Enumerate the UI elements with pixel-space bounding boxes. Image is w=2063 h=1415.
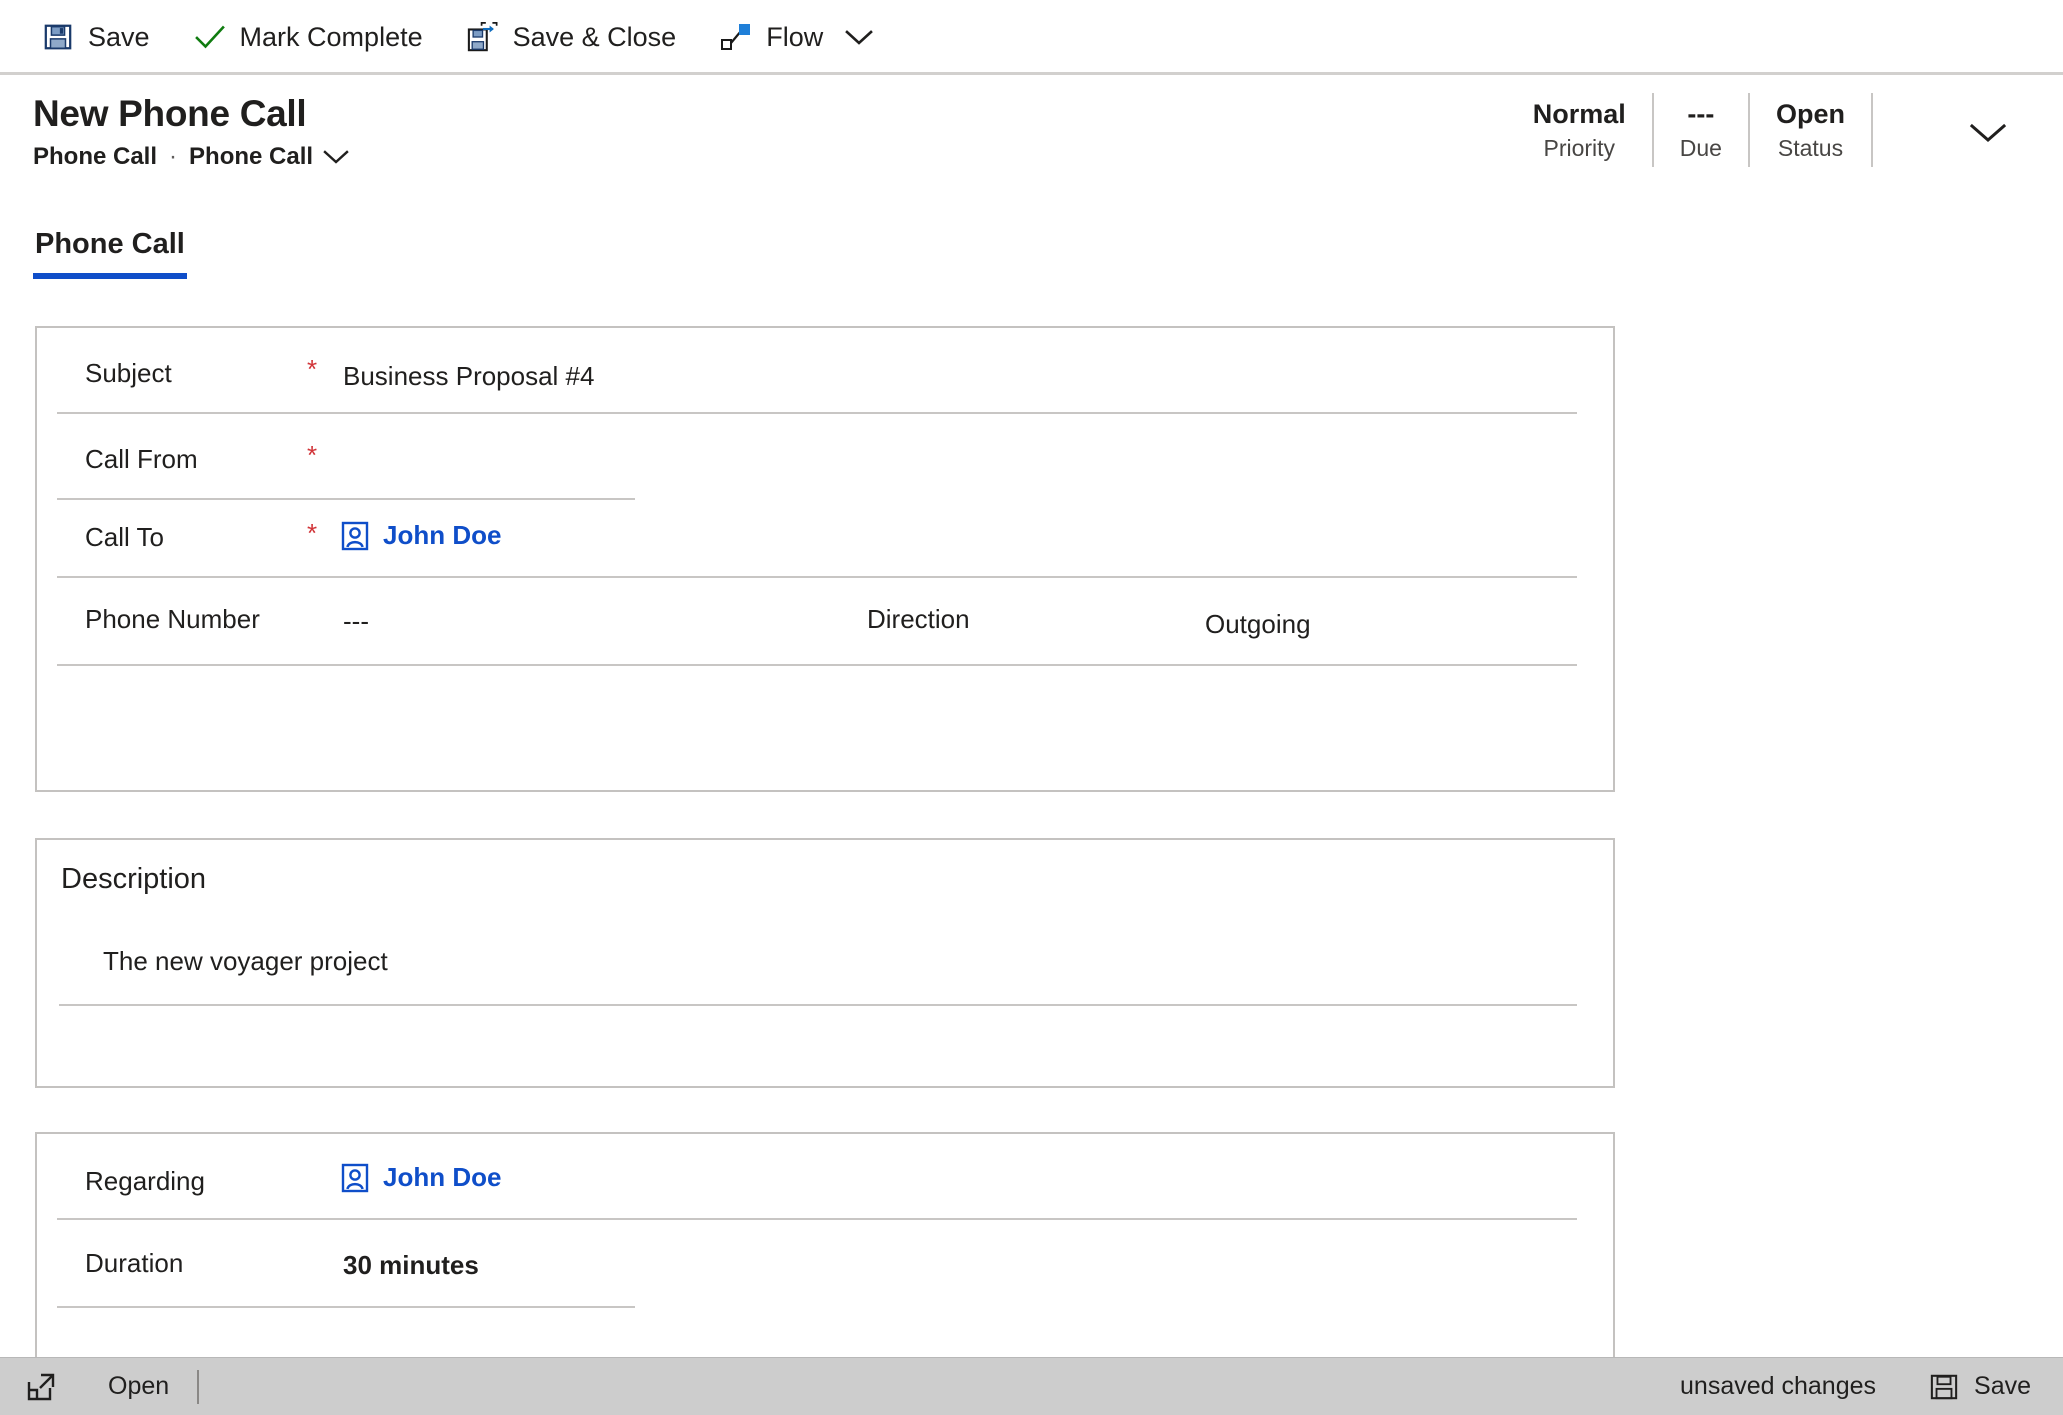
save-floppy-icon <box>1930 1373 1958 1401</box>
status-label: Status <box>1777 134 1844 161</box>
header-stat-due[interactable]: --- Due <box>1654 89 1748 171</box>
stat-divider <box>1871 93 1873 167</box>
flow-button[interactable]: Flow <box>698 9 899 65</box>
status-bar: Open unsaved changes Save <box>0 1357 2063 1415</box>
save-and-close-button-label: Save & Close <box>512 21 677 52</box>
regarding-label: Regarding <box>85 1166 205 1196</box>
status-bar-left: Open <box>0 1358 200 1415</box>
header-collapse-button[interactable] <box>1958 109 2018 159</box>
footer-save-label: Save <box>1974 1372 2031 1400</box>
call-from-required-indicator: * <box>307 440 318 470</box>
duration-underline <box>57 1306 635 1308</box>
due-label: Due <box>1679 134 1722 161</box>
priority-value: Normal <box>1532 99 1626 130</box>
tab-strip: Phone Call <box>0 228 2063 292</box>
save-and-close-icon <box>467 21 499 53</box>
regarding-contact-name: John Doe <box>383 1162 502 1192</box>
form-selector-label: Phone Call <box>189 143 314 170</box>
save-button-label: Save <box>88 21 150 52</box>
call-from-underline <box>57 498 635 500</box>
save-floppy-icon <box>42 21 74 53</box>
contact-card-icon <box>341 521 369 551</box>
mark-complete-button[interactable]: Mark Complete <box>172 9 445 65</box>
subject-underline <box>57 412 1577 414</box>
chevron-down-icon <box>323 149 349 165</box>
duration-value[interactable]: 30 minutes <box>343 1250 479 1281</box>
regarding-lookup-value[interactable]: John Doe <box>341 1162 501 1193</box>
footer-save-button[interactable]: Save <box>1920 1366 2041 1407</box>
main-fields-card: Subject * Business Proposal #4 Call From… <box>35 326 1615 792</box>
phone-call-form-page: Save Mark Complete Save & Close Flow New… <box>0 0 2063 1415</box>
description-value[interactable]: The new voyager project <box>103 946 388 977</box>
direction-label: Direction <box>867 604 970 634</box>
subject-label: Subject <box>85 358 172 388</box>
call-to-label: Call To <box>85 522 165 552</box>
header-stat-status[interactable]: Open Status <box>1750 89 1871 171</box>
unsaved-changes-status: unsaved changes <box>1680 1372 1877 1400</box>
description-underline <box>59 1004 1577 1006</box>
save-button[interactable]: Save <box>20 9 172 65</box>
flow-icon <box>720 21 752 53</box>
record-header: New Phone Call Phone Call · Phone Call N… <box>0 75 2063 200</box>
save-and-close-button[interactable]: Save & Close <box>445 9 699 65</box>
subject-required-indicator: * <box>307 354 318 384</box>
phone-number-label: Phone Number <box>85 604 260 634</box>
due-value: --- <box>1687 99 1715 130</box>
call-to-lookup-value[interactable]: John Doe <box>341 520 501 551</box>
mark-complete-button-label: Mark Complete <box>239 21 423 52</box>
header-stat-priority[interactable]: Normal Priority <box>1507 89 1652 171</box>
chevron-down-icon[interactable] <box>841 17 877 57</box>
phone-number-direction-underline <box>57 664 1577 666</box>
status-bar-open-label[interactable]: Open <box>68 1372 197 1401</box>
header-stats: Normal Priority --- Due Open Status <box>1507 89 1873 171</box>
breadcrumb: Phone Call · Phone Call <box>33 143 349 171</box>
call-to-contact-name: John Doe <box>383 520 502 550</box>
subject-value[interactable]: Business Proposal #4 <box>343 361 594 392</box>
status-bar-right: unsaved changes Save <box>1680 1358 2063 1415</box>
tab-active-indicator <box>33 273 187 279</box>
breadcrumb-entity-name: Phone Call <box>33 143 158 170</box>
flow-button-label: Flow <box>766 21 824 52</box>
description-card: Description The new voyager project <box>35 838 1615 1088</box>
regarding-card: Regarding John Doe Duration 30 minutes <box>35 1132 1615 1364</box>
duration-label: Duration <box>85 1248 184 1278</box>
phone-number-value[interactable]: --- <box>343 606 369 637</box>
page-title: New Phone Call <box>33 93 307 134</box>
checkmark-icon <box>194 21 226 53</box>
call-to-required-indicator: * <box>307 518 318 548</box>
contact-card-icon <box>341 1163 369 1193</box>
priority-label: Priority <box>1543 134 1616 161</box>
call-to-underline <box>57 576 1577 578</box>
command-bar: Save Mark Complete Save & Close Flow <box>0 0 2063 74</box>
direction-value[interactable]: Outgoing <box>1205 609 1311 640</box>
tab-phone-call[interactable]: Phone Call <box>33 228 187 279</box>
call-from-label: Call From <box>85 444 198 474</box>
regarding-underline <box>57 1218 1577 1220</box>
status-bar-divider <box>197 1369 200 1404</box>
description-heading: Description <box>61 863 207 895</box>
breadcrumb-separator: · <box>169 143 178 170</box>
status-value: Open <box>1775 99 1845 130</box>
tab-phone-call-label: Phone Call <box>35 228 185 260</box>
chevron-down-icon <box>1968 120 2008 149</box>
form-selector[interactable]: Phone Call <box>189 143 349 171</box>
open-in-new-window-icon[interactable] <box>14 1363 68 1411</box>
